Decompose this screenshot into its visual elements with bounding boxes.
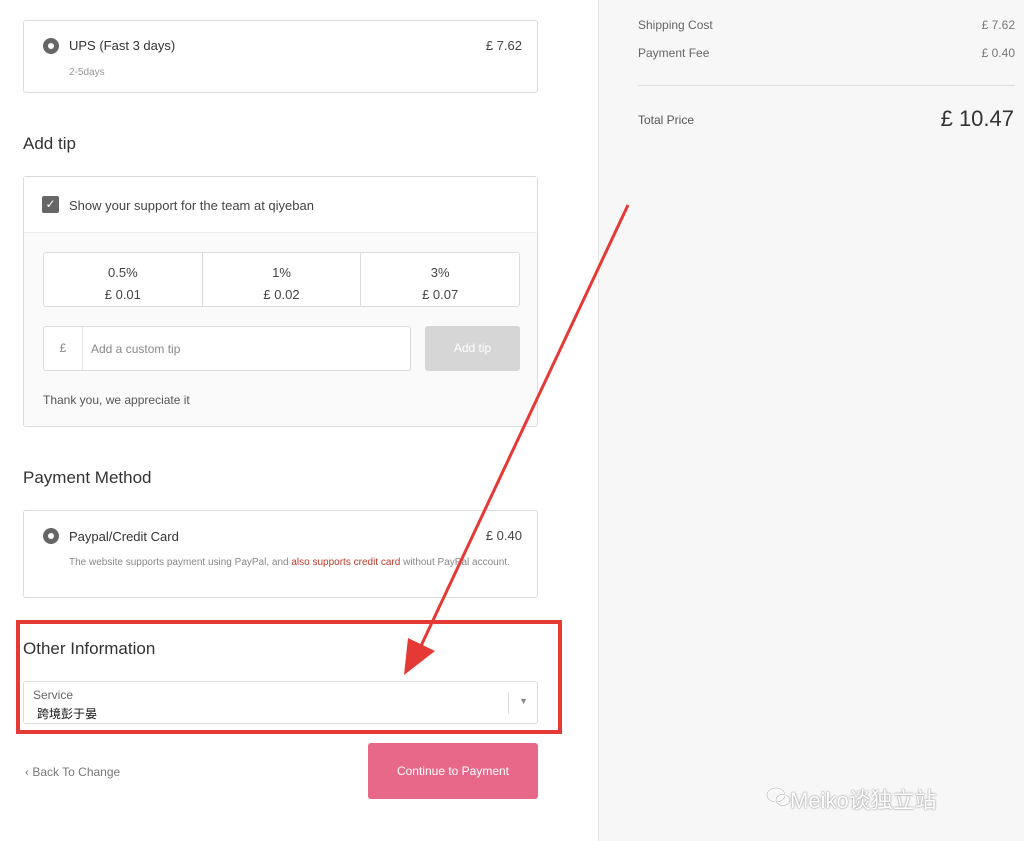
highlight-frame [16,620,562,734]
add-tip-button[interactable]: Add tip [425,326,520,371]
tip-options: 0.5% £ 0.01 1% £ 0.02 3% £ 0.07 [43,252,520,307]
payment-description: The website supports payment using PayPa… [69,555,524,570]
total-price-value: £ 10.47 [940,106,1014,131]
shipping-cost-label: Shipping Cost [638,18,713,32]
tip-option-percent: 0.5% [108,265,138,280]
payment-price: £ 0.40 [485,528,522,543]
back-link-label: Back To Change [32,765,121,779]
payment-fee-value: £ 0.40 [981,46,1015,60]
shipping-cost-value: £ 7.62 [981,18,1015,32]
add-tip-title: Add tip [23,134,76,153]
shipping-price: £ 7.62 [485,38,522,53]
payment-desc-text: The website supports payment using PayPa… [69,557,292,568]
shipping-option[interactable]: UPS (Fast 3 days) 2-5days £ 7.62 [23,20,538,93]
payment-fee-row: Payment Fee £ 0.40 [638,46,1015,60]
back-to-change-link[interactable]: ‹ Back To Change [25,765,120,779]
wechat-icon [766,787,791,807]
shipping-cost-row: Shipping Cost £ 7.62 [638,18,1015,32]
tip-option-amount: £ 0.07 [422,287,459,302]
tip-option-percent: 3% [430,265,450,280]
checkbox-checked-icon[interactable]: ✓ [42,196,59,213]
total-price-label: Total Price [638,113,695,127]
tip-option-1[interactable]: 1% £ 0.02 [203,253,362,306]
tip-option-2[interactable]: 3% £ 0.07 [361,253,519,306]
tip-option-amount: £ 0.01 [104,287,141,302]
continue-to-payment-button[interactable]: Continue to Payment [368,743,538,799]
tip-option-amount: £ 0.02 [263,287,300,302]
summary-divider [638,85,1015,86]
tip-thanks-text: Thank you, we appreciate it [43,393,190,407]
shipping-name: UPS (Fast 3 days) [69,38,176,53]
checkout-form: UPS (Fast 3 days) 2-5days £ 7.62 Add tip… [0,0,598,841]
payment-desc-highlight: also supports credit card [291,557,401,568]
tip-checkbox-label: Show your support for the team at qiyeba… [69,198,314,213]
payment-method-title: Payment Method [23,468,152,487]
tip-option-0[interactable]: 0.5% £ 0.01 [44,253,203,306]
order-summary: Shipping Cost £ 7.62 Payment Fee £ 0.40 … [598,0,1024,841]
watermark-text: Meiko谈独立站 [790,788,937,813]
tip-header: ✓ Show your support for the team at qiye… [24,177,537,233]
tip-panel: ✓ Show your support for the team at qiye… [23,176,538,427]
payment-desc-text-end: without PayPal account. [400,557,510,568]
radio-selected-icon[interactable] [43,528,59,544]
radio-selected-icon[interactable] [43,38,59,54]
custom-tip-field: £ [43,326,411,371]
tip-option-percent: 1% [272,265,291,280]
shipping-days: 2-5days [69,67,105,78]
custom-tip-input[interactable] [91,339,391,359]
currency-symbol: £ [44,327,83,370]
payment-option[interactable]: Paypal/Credit Card £ 0.40 The website su… [23,510,538,598]
payment-name: Paypal/Credit Card [69,529,179,544]
payment-fee-label: Payment Fee [638,46,710,60]
